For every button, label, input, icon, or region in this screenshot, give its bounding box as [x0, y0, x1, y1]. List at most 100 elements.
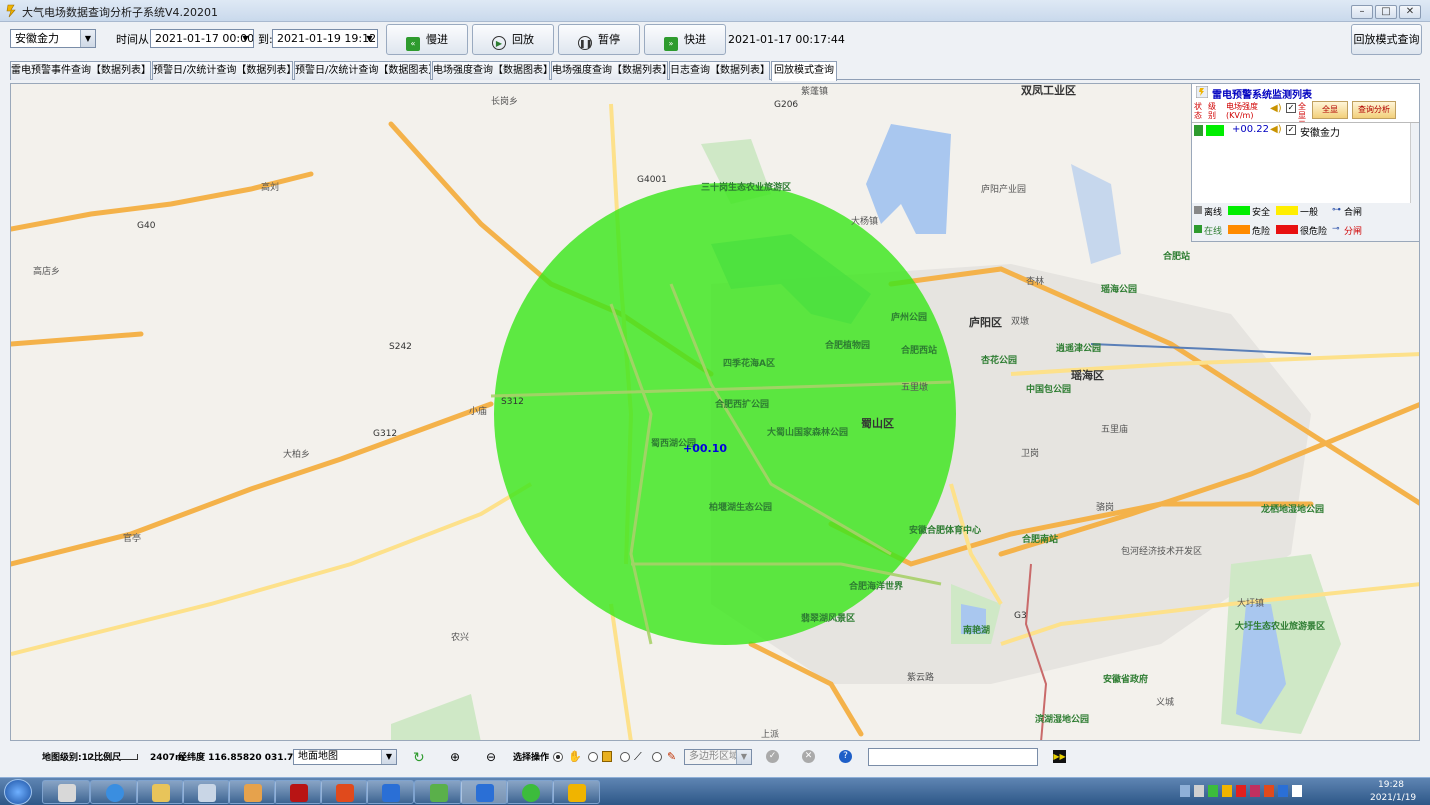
tray-icon[interactable]	[1194, 785, 1204, 797]
play-button[interactable]: ▶ 回放	[472, 24, 554, 55]
tray-icon[interactable]	[1292, 785, 1302, 797]
radio-select[interactable]	[588, 752, 598, 762]
clock-date: 2021/1/19	[1370, 793, 1417, 803]
radio-measure[interactable]	[620, 752, 630, 762]
poi-label: 合肥西站	[901, 344, 937, 356]
poi-label: 瑶海公园	[1101, 283, 1137, 295]
poi-label: 杏花公园	[981, 354, 1017, 366]
district-shuangfeng: 双凤工业区	[1021, 84, 1076, 97]
road-label-s312: S312	[501, 397, 524, 407]
radio-pan[interactable]	[553, 752, 563, 762]
legend-normal: 一般	[1300, 208, 1319, 218]
level-swatch	[1206, 125, 1224, 136]
minimize-button[interactable]: –	[1351, 5, 1373, 19]
query-analysis-button[interactable]: 查询分析	[1352, 101, 1396, 119]
fast-button[interactable]: » 快进	[644, 24, 726, 55]
app-lightning-icon	[568, 784, 586, 802]
tab-field-chart[interactable]: 电场强度查询【数据图表】	[432, 61, 550, 80]
taskbar-app[interactable]	[136, 780, 184, 804]
map-type-select[interactable]: 地面地图 ▼	[293, 749, 397, 765]
tray-icon[interactable]	[1250, 785, 1260, 797]
tab-field-list[interactable]: 电场强度查询【数据列表】	[551, 61, 668, 80]
slow-button[interactable]: « 慢进	[386, 24, 468, 55]
tray-icon[interactable]	[1180, 785, 1190, 797]
hand-icon[interactable]: ✋	[568, 750, 582, 763]
start-button[interactable]	[4, 779, 32, 805]
speaker-icon[interactable]: ◀)	[1270, 124, 1282, 135]
taskbar-app[interactable]	[90, 780, 138, 804]
taskbar-app[interactable]	[414, 780, 462, 804]
panel-title: 雷电预警系统监测列表	[1212, 90, 1312, 101]
station-name: 安徽金力	[1300, 128, 1340, 139]
detection-range-circle	[494, 183, 956, 645]
go-icon[interactable]: ▶▶	[1053, 750, 1066, 763]
map-type-value: 地面地图	[298, 751, 338, 762]
region-select[interactable]: 多边形区域 ▼	[684, 749, 752, 765]
pencil-icon[interactable]: ✎	[667, 750, 676, 763]
pause-button[interactable]: ❚❚ 暂停	[558, 24, 640, 55]
district-shushan: 蜀山区	[861, 416, 894, 430]
tab-log-list[interactable]: 日志查询【数据列表】	[669, 61, 770, 80]
poi-label: 安徽合肥体育中心	[909, 524, 981, 536]
region-select-value: 多边形区域	[689, 751, 739, 762]
tray-icon[interactable]	[1264, 785, 1274, 797]
help-icon[interactable]: ?	[839, 750, 852, 763]
station-select[interactable]: 安徽金力 ▼	[10, 29, 96, 48]
tray-icon[interactable]	[1208, 785, 1218, 797]
lock-icon[interactable]	[602, 751, 612, 762]
panel-icon	[1196, 86, 1208, 98]
station-marker-value[interactable]: +00.10	[683, 442, 727, 455]
list-scrollbar[interactable]	[1410, 123, 1419, 203]
taskbar-app[interactable]	[228, 780, 276, 804]
taskbar-app[interactable]	[320, 780, 368, 804]
tab-daily-stats-chart[interactable]: 预警日/次统计查询【数据图表】	[294, 61, 431, 80]
tab-daily-stats-list[interactable]: 预警日/次统计查询【数据列表】	[152, 61, 293, 80]
chevron-down-icon: ▼	[80, 30, 95, 47]
station-row[interactable]: +00.22 ◀) ✓ 安徽金力	[1192, 124, 1418, 139]
taskbar-app[interactable]	[506, 780, 554, 804]
time-to-input[interactable]: 2021-01-19 19:12:20 ▼	[272, 29, 378, 48]
road-label-g3: G3	[1014, 611, 1027, 621]
tray-icon[interactable]	[1236, 785, 1246, 797]
maximize-button[interactable]: □	[1375, 5, 1397, 19]
playback-mode-button[interactable]: 回放模式查询	[1351, 24, 1422, 55]
tab-lightning-events[interactable]: 雷电预警事件查询【数据列表】	[10, 61, 151, 80]
scale-bar	[88, 754, 138, 760]
pause-icon: ❚❚	[578, 36, 592, 50]
tray-icon[interactable]	[1222, 785, 1232, 797]
taskbar-app-active[interactable]	[460, 780, 508, 804]
taskbar-app[interactable]	[552, 780, 600, 804]
chevron-down-icon: ▼	[381, 750, 396, 764]
app-wps-icon	[382, 784, 400, 802]
place-label: 农兴	[451, 631, 469, 643]
show-all-button[interactable]: 全显	[1312, 101, 1348, 119]
taskbar-app[interactable]	[274, 780, 322, 804]
signal-icon	[1194, 125, 1203, 136]
close-button[interactable]: ✕	[1399, 5, 1421, 19]
taskbar-app[interactable]	[366, 780, 414, 804]
taskbar-app[interactable]	[42, 780, 90, 804]
time-from-input[interactable]: 2021-01-17 00:00:00 ▼	[150, 29, 254, 48]
road-label-g4001: G4001	[637, 175, 667, 185]
station-checkbox[interactable]: ✓	[1286, 125, 1296, 135]
taskbar-app[interactable]	[182, 780, 230, 804]
tray-icon[interactable]	[1278, 785, 1288, 797]
search-input[interactable]	[868, 748, 1038, 766]
place-label: 大柏乡	[283, 448, 310, 460]
show-all-checkbox[interactable]: ✓	[1286, 103, 1296, 113]
station-select-value: 安徽金力	[15, 32, 59, 45]
zoom-in-icon[interactable]: ⊕	[450, 750, 460, 764]
slow-label: 慢进	[426, 33, 448, 46]
app-folder-icon	[152, 784, 170, 802]
map-view[interactable]: G40 G206 G4001 G312 S242 S312 G3 庐阳区 蜀山区…	[10, 83, 1420, 741]
radio-draw[interactable]	[652, 752, 662, 762]
refresh-icon[interactable]: ↻	[413, 750, 425, 766]
ruler-icon[interactable]: ⟋	[634, 750, 642, 764]
tab-playback[interactable]: 回放模式查询	[771, 61, 837, 81]
zoom-out-icon[interactable]: ⊖	[486, 750, 496, 764]
confirm-icon[interactable]: ✓	[766, 750, 779, 763]
place-label: 五里墩	[901, 381, 928, 393]
speaker-icon[interactable]: ◀)	[1270, 103, 1282, 114]
cancel-icon[interactable]: ✕	[802, 750, 815, 763]
poi-label: 合肥植物园	[825, 339, 870, 351]
